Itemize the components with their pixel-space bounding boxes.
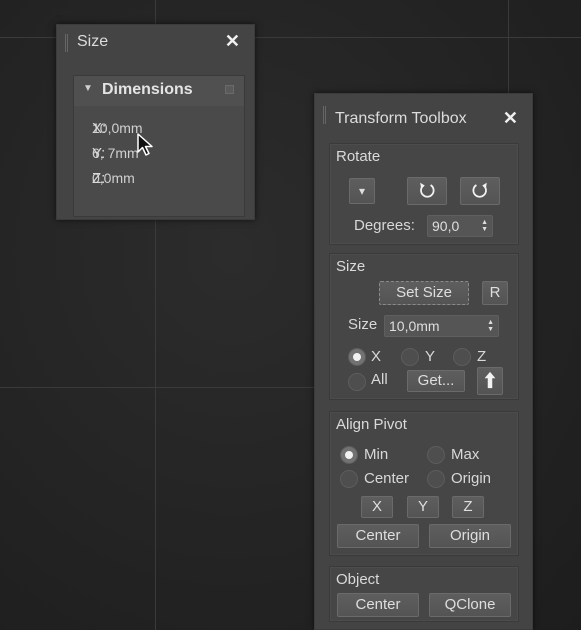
drag-grip-icon[interactable]: [323, 106, 326, 124]
axis-x-label: X: [371, 348, 382, 365]
degrees-label: Degrees:: [354, 217, 415, 234]
transform-toolbox[interactable]: Transform Toolbox ✕ Rotate ▾ Degrees: 90…: [314, 93, 533, 630]
pivot-origin-label: Origin: [451, 470, 492, 487]
object-title: Object: [336, 571, 380, 588]
axis-z-label: Z: [477, 348, 487, 365]
dimensions-rollout: ▼ Dimensions X: 10,0mm Y: 6, 7mm Z: 0,0mm: [73, 75, 245, 217]
axis-x-radio[interactable]: [348, 348, 366, 366]
close-icon[interactable]: ✕: [225, 31, 240, 52]
get-button[interactable]: Get...: [407, 370, 465, 392]
spinner-arrows-icon[interactable]: ▲ ▼: [481, 219, 488, 233]
viewport-gridline-v2: [508, 0, 509, 94]
dim-label-x: X:: [92, 120, 107, 137]
size-title: Size: [77, 33, 109, 50]
pivot-origin-radio[interactable]: [427, 470, 445, 488]
axis-z-radio[interactable]: [453, 348, 471, 366]
axis-y-radio[interactable]: [401, 348, 419, 366]
rotate-title: Rotate: [336, 148, 381, 165]
object-group: Object Center QClone: [329, 566, 519, 622]
dimensions-title: Dimensions: [102, 81, 193, 98]
pivot-origin-button[interactable]: Origin: [429, 524, 511, 548]
dim-row-x: X: 10,0mm: [92, 120, 143, 137]
spinner-arrows-icon[interactable]: ▲ ▼: [487, 319, 494, 333]
drag-grip-icon[interactable]: [65, 34, 68, 52]
axis-all-radio[interactable]: [348, 373, 366, 391]
size-group: Size Set Size R Size 10,0mm ▲ ▼ X Y Z All…: [329, 253, 519, 400]
align-pivot-title: Align Pivot: [336, 416, 407, 433]
viewport-gridline-h2: [0, 387, 314, 388]
rotate-ccw-icon: [420, 182, 435, 198]
dim-label-z: Z:: [92, 170, 106, 187]
dim-row-z: Z: 0,0mm: [92, 170, 135, 187]
mouse-cursor-icon: [137, 133, 153, 156]
dropdown-arrow-icon: ▾: [358, 184, 366, 198]
dim-label-y: Y:: [92, 145, 106, 162]
reset-button[interactable]: R: [482, 281, 508, 305]
size-titlebar[interactable]: Size ✕: [57, 25, 254, 59]
size-spinner[interactable]: 10,0mm ▲ ▼: [384, 315, 499, 337]
toolbox-titlebar[interactable]: Transform Toolbox ✕: [315, 94, 532, 128]
pivot-center-radio[interactable]: [340, 470, 358, 488]
up-arrow-button[interactable]: [477, 367, 503, 395]
size-label: Size: [348, 316, 378, 333]
up-arrow-icon: [484, 371, 496, 389]
pivot-max-radio[interactable]: [427, 446, 445, 464]
degrees-value: 90,0: [432, 218, 460, 234]
axis-all-label: All: [371, 371, 388, 388]
size-group-title: Size: [336, 258, 366, 275]
rotate-ccw-button[interactable]: [407, 177, 447, 205]
rotate-cw-button[interactable]: [460, 177, 500, 205]
collapse-triangle-icon[interactable]: ▼: [83, 83, 93, 94]
rotate-cw-icon: [472, 182, 487, 198]
pin-icon[interactable]: [225, 85, 234, 94]
pivot-center-label: Center: [364, 470, 410, 487]
set-size-button[interactable]: Set Size: [379, 281, 469, 305]
axis-y-label: Y: [425, 348, 436, 365]
close-icon[interactable]: ✕: [503, 108, 518, 129]
rotate-group: Rotate ▾ Degrees: 90,0 ▲ ▼: [329, 143, 519, 245]
dim-row-y: Y: 6, 7mm: [92, 145, 139, 162]
pivot-center-button[interactable]: Center: [337, 524, 419, 548]
pivot-x-button[interactable]: X: [361, 496, 393, 518]
dimensions-rollout-header[interactable]: ▼ Dimensions: [74, 76, 244, 106]
toolbox-title: Transform Toolbox: [335, 110, 467, 127]
pivot-min-radio[interactable]: [340, 446, 358, 464]
pivot-y-button[interactable]: Y: [407, 496, 439, 518]
qclone-button[interactable]: QClone: [429, 593, 511, 617]
size-value: 10,0mm: [389, 318, 440, 334]
rotate-axis-dropdown[interactable]: ▾: [349, 178, 375, 204]
object-center-button[interactable]: Center: [337, 593, 419, 617]
degrees-spinner[interactable]: 90,0 ▲ ▼: [427, 215, 493, 237]
align-pivot-group: Align Pivot Min Max Center Origin X Y Z …: [329, 411, 519, 556]
pivot-z-button[interactable]: Z: [452, 496, 484, 518]
pivot-max-label: Max: [451, 446, 480, 463]
pivot-min-label: Min: [364, 446, 389, 463]
size-floater[interactable]: Size ✕ ▼ Dimensions X: 10,0mm Y: 6, 7mm Z:…: [56, 24, 255, 220]
